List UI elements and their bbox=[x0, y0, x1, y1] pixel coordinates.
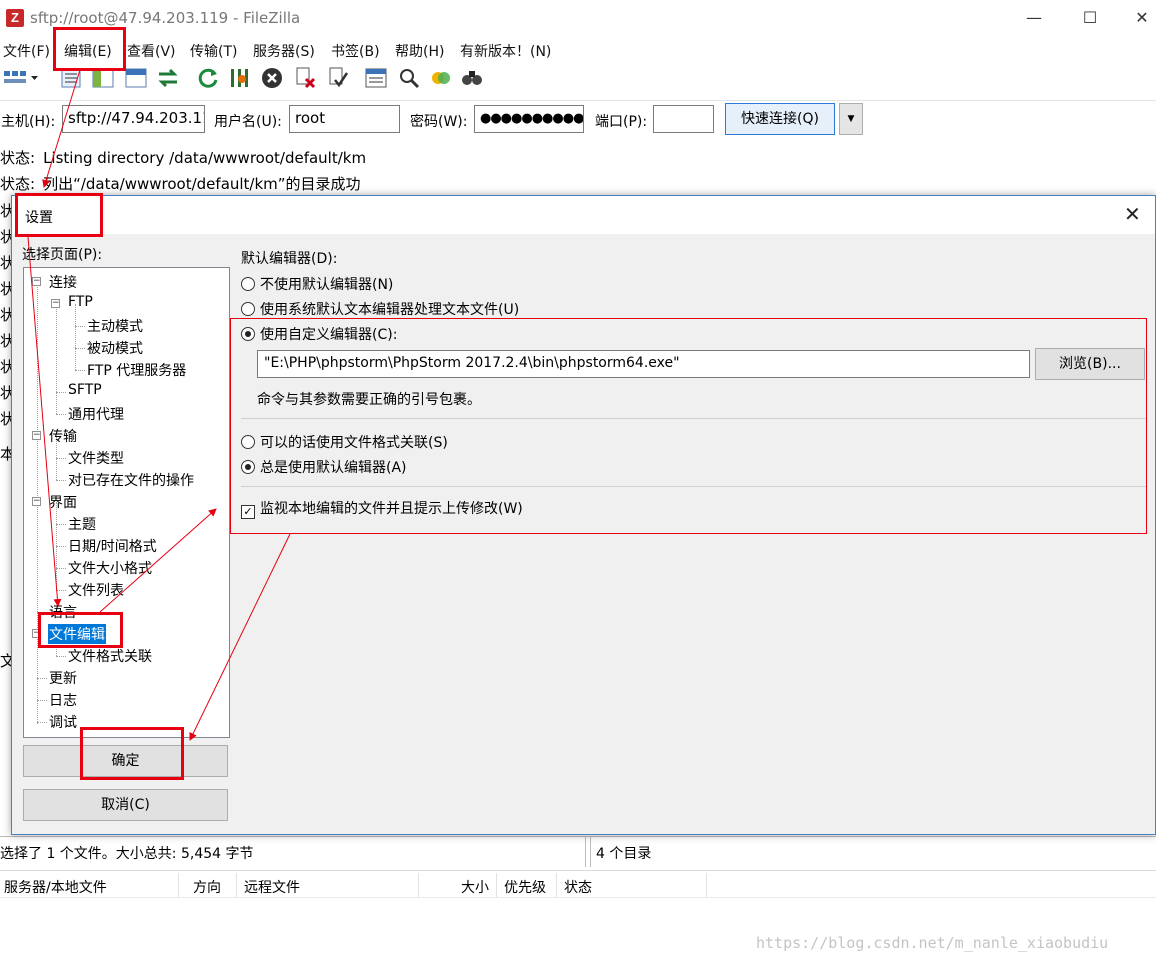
arrow-file-editing-to-options bbox=[99, 508, 217, 613]
arrow-options-to-ok bbox=[189, 533, 291, 741]
arrow-edit-to-settings bbox=[42, 69, 81, 188]
annotation-arrows bbox=[27, 69, 291, 741]
arrow-settings-to-file-editing bbox=[27, 236, 62, 607]
